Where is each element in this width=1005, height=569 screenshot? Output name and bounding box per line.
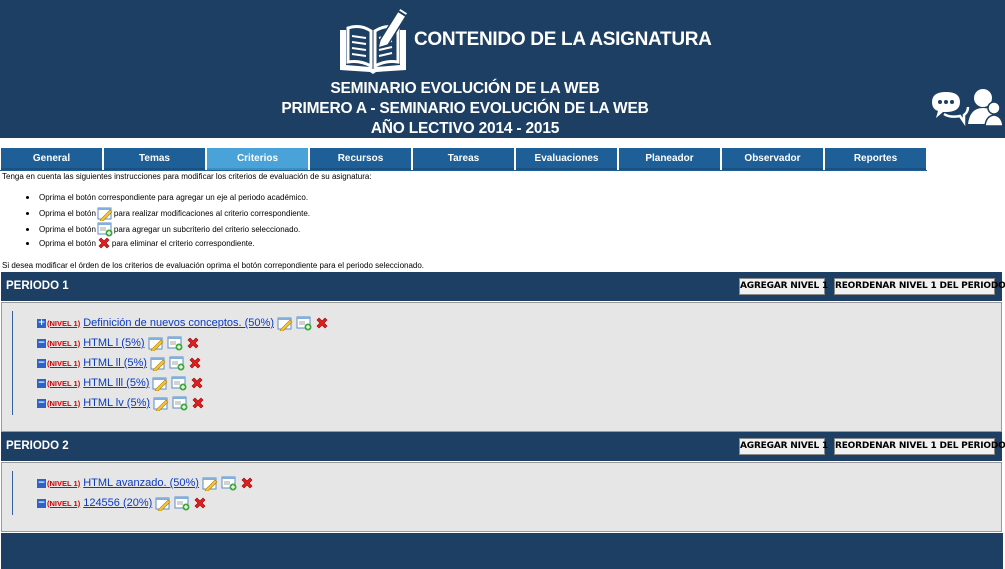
- criterion-row: − (NIVEL 1) HTML avanzado. (50%): [37, 475, 254, 491]
- tab-evaluaciones[interactable]: Evaluaciones: [516, 148, 617, 170]
- app-title: CONTENIDO DE LA ASIGNATURA: [414, 29, 712, 50]
- reorder-button[interactable]: REORDENAR NIVEL 1 DEL PERIODO: [834, 278, 1005, 295]
- tree-line: [12, 311, 13, 415]
- period-2-section: PERIODO 2 AGREGAR NIVEL 1 REORDENAR NIVE…: [1, 432, 1005, 533]
- period-1-header: PERIODO 1 AGREGAR NIVEL 1 REORDENAR NIVE…: [1, 272, 1005, 301]
- instruction-item: Oprima el botón para agregar un subcrite…: [26, 221, 300, 237]
- collapse-toggle[interactable]: −: [37, 378, 46, 388]
- criterion-link[interactable]: HTML lv (5%): [83, 397, 150, 409]
- delete-x-icon[interactable]: [186, 336, 200, 350]
- tabs-divider: [0, 170, 927, 171]
- bullet: [26, 241, 29, 245]
- period-title: PERIODO 2: [6, 440, 69, 452]
- period-2-header: PERIODO 2 AGREGAR NIVEL 1 REORDENAR NIVE…: [1, 432, 1005, 461]
- add-level-button[interactable]: AGREGAR NIVEL 1: [739, 438, 828, 455]
- instruction-item: Oprima el botón para realizar modificaci…: [26, 205, 310, 221]
- collapse-toggle[interactable]: −: [37, 498, 46, 508]
- criterion-link[interactable]: HTML lll (5%): [83, 377, 149, 389]
- collapse-toggle[interactable]: −: [37, 398, 46, 408]
- tab-general[interactable]: General: [1, 148, 102, 170]
- main-tabs: General Temas Criterios Recursos Tareas …: [0, 148, 1005, 171]
- criterion-link[interactable]: Definición de nuevos conceptos. (50%): [83, 317, 274, 329]
- edit-pencil-icon[interactable]: [277, 315, 293, 331]
- collapse-toggle[interactable]: −: [37, 478, 46, 488]
- criterion-row: + (NIVEL 1) Definición de nuevos concept…: [37, 315, 329, 331]
- course-group: PRIMERO A - SEMINARIO EVOLUCIÓN DE LA WE…: [281, 100, 649, 117]
- page-footer: [1, 533, 1003, 569]
- bullet: [26, 196, 29, 199]
- add-subcriterion-icon[interactable]: [167, 335, 183, 351]
- edit-pencil-icon[interactable]: [152, 375, 168, 391]
- instruction-item: Oprima el botón correspondiente para agr…: [26, 193, 308, 202]
- criterion-link[interactable]: 124556 (20%): [83, 497, 152, 509]
- tab-observador[interactable]: Observador: [722, 148, 823, 170]
- edit-pencil-icon[interactable]: [153, 395, 169, 411]
- period-1-criteria: + (NIVEL 1) Definición de nuevos concept…: [1, 302, 1002, 432]
- instructions-intro: Tenga en cuenta las siguientes instrucci…: [2, 172, 372, 181]
- bullet: [26, 211, 29, 215]
- edit-pencil-icon: [97, 207, 113, 221]
- tab-recursos[interactable]: Recursos: [310, 148, 411, 170]
- edit-pencil-icon[interactable]: [150, 355, 166, 371]
- collapse-toggle[interactable]: −: [37, 358, 46, 368]
- add-subcriterion-icon[interactable]: [169, 355, 185, 371]
- delete-x-icon[interactable]: [315, 316, 329, 330]
- criterion-link[interactable]: HTML avanzado. (50%): [83, 477, 199, 489]
- period-title: PERIODO 1: [6, 280, 69, 292]
- delete-x-icon[interactable]: [188, 356, 202, 370]
- delete-x-icon[interactable]: [193, 496, 207, 510]
- period-1-section: PERIODO 1 AGREGAR NIVEL 1 REORDENAR NIVE…: [1, 272, 1005, 432]
- add-level-button[interactable]: AGREGAR NIVEL 1: [739, 278, 828, 295]
- level-label: (NIVEL 1): [47, 398, 81, 408]
- level-label: (NIVEL 1): [47, 338, 81, 348]
- period-2-criteria: − (NIVEL 1) HTML avanzado. (50%) − (NIVE…: [1, 462, 1002, 532]
- delete-x-icon[interactable]: [190, 376, 204, 390]
- course-name: SEMINARIO EVOLUCIÓN DE LA WEB: [330, 80, 600, 97]
- criterion-link[interactable]: HTML ll (5%): [83, 357, 147, 369]
- delete-x-icon: [98, 237, 110, 249]
- level-label: (NIVEL 1): [47, 318, 81, 328]
- tab-criterios[interactable]: Criterios: [207, 148, 308, 170]
- criterion-row: − (NIVEL 1) HTML l (5%): [37, 335, 200, 351]
- add-subcriterion-icon[interactable]: [171, 375, 187, 391]
- add-subcriterion-icon: [97, 222, 113, 237]
- delete-x-icon[interactable]: [240, 476, 254, 490]
- school-year: AÑO LECTIVO 2014 - 2015: [370, 120, 560, 137]
- delete-x-icon[interactable]: [191, 396, 205, 410]
- criterion-link[interactable]: HTML l (5%): [83, 337, 144, 349]
- tab-reportes[interactable]: Reportes: [825, 148, 926, 170]
- edit-pencil-icon[interactable]: [148, 335, 164, 351]
- add-subcriterion-icon[interactable]: [296, 315, 312, 331]
- tree-line: [12, 471, 13, 515]
- criterion-row: − (NIVEL 1) HTML ll (5%): [37, 355, 202, 371]
- add-subcriterion-icon[interactable]: [174, 495, 190, 511]
- level-label: (NIVEL 1): [47, 478, 81, 488]
- tab-tareas[interactable]: Tareas: [413, 148, 514, 170]
- edit-pencil-icon[interactable]: [202, 475, 218, 491]
- expand-toggle[interactable]: +: [37, 318, 46, 328]
- collapse-toggle[interactable]: −: [37, 338, 46, 348]
- page-header: CONTENIDO DE LA ASIGNATURA SEMINARIO EVO…: [0, 0, 1005, 138]
- level-label: (NIVEL 1): [47, 378, 81, 388]
- tab-temas[interactable]: Temas: [104, 148, 205, 170]
- instruction-item: Oprima el botón para eliminar el criteri…: [26, 236, 255, 250]
- level-label: (NIVEL 1): [47, 358, 81, 368]
- criterion-row: − (NIVEL 1) HTML lll (5%): [37, 375, 204, 391]
- criterion-row: − (NIVEL 1) HTML lv (5%): [37, 395, 205, 411]
- reorder-button[interactable]: REORDENAR NIVEL 1 DEL PERIODO: [834, 438, 1005, 455]
- level-label: (NIVEL 1): [47, 498, 81, 508]
- bullet: [26, 227, 29, 231]
- add-subcriterion-icon[interactable]: [172, 395, 188, 411]
- criterion-row: − (NIVEL 1) 124556 (20%): [37, 495, 207, 511]
- reorder-note: Si desea modificar el órden de los crite…: [2, 261, 425, 270]
- book-pencil-icon: [340, 6, 410, 74]
- add-subcriterion-icon[interactable]: [221, 475, 237, 491]
- course-info: SEMINARIO EVOLUCIÓN DE LA WEB PRIMERO A …: [260, 79, 670, 139]
- tab-planeador[interactable]: Planeador: [619, 148, 720, 170]
- edit-pencil-icon[interactable]: [155, 495, 171, 511]
- chat-users-icon[interactable]: [930, 88, 1004, 128]
